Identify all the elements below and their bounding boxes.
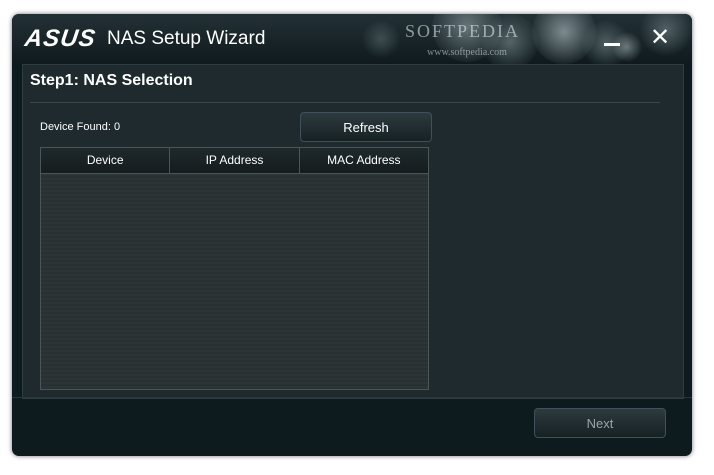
column-device[interactable]: Device: [41, 148, 171, 173]
table-body[interactable]: [41, 174, 428, 389]
device-found-label: Device Found: 0: [40, 121, 121, 133]
wizard-window: ASUS NAS Setup Wizard SOFTPEDIA www.soft…: [12, 14, 692, 456]
window-title: NAS Setup Wizard: [107, 28, 266, 49]
column-ip-address[interactable]: IP Address: [170, 148, 300, 173]
title-bar[interactable]: ASUS NAS Setup Wizard SOFTPEDIA www.soft…: [12, 14, 692, 64]
footer-divider: [12, 397, 692, 398]
watermark-url: www.softpedia.com: [427, 47, 507, 58]
refresh-button[interactable]: Refresh: [300, 112, 432, 142]
close-icon[interactable]: ✕: [645, 24, 675, 52]
next-button[interactable]: Next: [534, 408, 666, 438]
divider: [30, 102, 660, 103]
background-light: [362, 20, 400, 58]
step-title: Step1: NAS Selection: [30, 72, 193, 89]
asus-logo: ASUS: [23, 25, 98, 52]
minimize-icon[interactable]: [597, 24, 627, 52]
device-table[interactable]: Device IP Address MAC Address: [40, 147, 429, 390]
watermark-text: SOFTPEDIA: [405, 21, 521, 41]
table-header: Device IP Address MAC Address: [41, 148, 428, 174]
column-mac-address[interactable]: MAC Address: [299, 148, 428, 173]
